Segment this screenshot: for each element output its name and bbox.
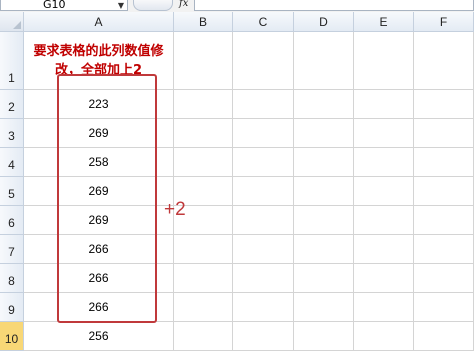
spreadsheet-grid: A B C D E F 1 要求表格的此列数值修改，全部加上2 2 223 3 … [0,12,474,351]
cell-e9[interactable] [354,293,414,322]
cell-f5[interactable] [414,177,474,206]
cell-a3[interactable]: 269 [24,119,174,148]
column-header-c[interactable]: C [233,12,294,32]
cell-d8[interactable] [294,264,354,293]
row-header-3[interactable]: 3 [0,119,24,148]
cell-a10[interactable]: 256 [24,322,174,351]
cell-c9[interactable] [233,293,294,322]
row-header-6[interactable]: 6 [0,206,24,235]
cell-a9[interactable]: 266 [24,293,174,322]
cell-f9[interactable] [414,293,474,322]
row-header-10[interactable]: 10 [0,322,24,351]
cell-a6[interactable]: 269 [24,206,174,235]
cell-f6[interactable] [414,206,474,235]
formula-input[interactable] [194,0,474,11]
cell-f4[interactable] [414,148,474,177]
cell-b4[interactable] [174,148,233,177]
cell-f8[interactable] [414,264,474,293]
cell-d1[interactable] [294,32,354,90]
cell-c10[interactable] [233,322,294,351]
row-header-2[interactable]: 2 [0,90,24,119]
cell-d4[interactable] [294,148,354,177]
cell-e10[interactable] [354,322,414,351]
row-header-5[interactable]: 5 [0,177,24,206]
cell-c3[interactable] [233,119,294,148]
column-header-b[interactable]: B [174,12,233,32]
cell-b3[interactable] [174,119,233,148]
cell-f10[interactable] [414,322,474,351]
plus-two-annotation: +2 [164,199,186,220]
formula-bar: G10 ▼ fx [0,0,474,12]
cell-e5[interactable] [354,177,414,206]
cell-d9[interactable] [294,293,354,322]
column-header-a[interactable]: A [24,12,174,32]
cell-c1[interactable] [233,32,294,90]
cell-f2[interactable] [414,90,474,119]
chevron-down-icon[interactable]: ▼ [118,0,124,11]
cell-a2[interactable]: 223 [24,90,174,119]
cell-d5[interactable] [294,177,354,206]
column-header-d[interactable]: D [294,12,354,32]
cell-c4[interactable] [233,148,294,177]
cell-c6[interactable] [233,206,294,235]
cell-e6[interactable] [354,206,414,235]
cell-b2[interactable] [174,90,233,119]
cell-e1[interactable] [354,32,414,90]
column-header-e[interactable]: E [354,12,414,32]
column-header-f[interactable]: F [414,12,474,32]
row-header-4[interactable]: 4 [0,148,24,177]
cell-c2[interactable] [233,90,294,119]
select-all-corner[interactable] [0,12,24,32]
cell-d3[interactable] [294,119,354,148]
formula-bar-buttons[interactable] [133,0,173,11]
name-box[interactable]: G10 ▼ [0,0,128,11]
name-box-value: G10 [43,0,66,11]
cell-a1-instruction[interactable]: 要求表格的此列数值修改，全部加上2 [24,32,174,90]
cell-c5[interactable] [233,177,294,206]
cell-b1[interactable] [174,32,233,90]
cell-d6[interactable] [294,206,354,235]
cell-d10[interactable] [294,322,354,351]
cell-c7[interactable] [233,235,294,264]
cell-b7[interactable] [174,235,233,264]
cell-d2[interactable] [294,90,354,119]
cell-d7[interactable] [294,235,354,264]
cell-b8[interactable] [174,264,233,293]
cell-b10[interactable] [174,322,233,351]
cell-f3[interactable] [414,119,474,148]
cell-e2[interactable] [354,90,414,119]
cell-a5[interactable]: 269 [24,177,174,206]
cell-e3[interactable] [354,119,414,148]
row-header-9[interactable]: 9 [0,293,24,322]
row-header-1[interactable]: 1 [0,32,24,90]
cell-c8[interactable] [233,264,294,293]
row-header-8[interactable]: 8 [0,264,24,293]
row-header-7[interactable]: 7 [0,235,24,264]
cell-b9[interactable] [174,293,233,322]
cell-f1[interactable] [414,32,474,90]
cell-f7[interactable] [414,235,474,264]
cell-e4[interactable] [354,148,414,177]
cell-a4[interactable]: 258 [24,148,174,177]
cell-a8[interactable]: 266 [24,264,174,293]
cell-e8[interactable] [354,264,414,293]
cell-e7[interactable] [354,235,414,264]
function-icon[interactable]: fx [179,0,188,9]
cell-a7[interactable]: 266 [24,235,174,264]
